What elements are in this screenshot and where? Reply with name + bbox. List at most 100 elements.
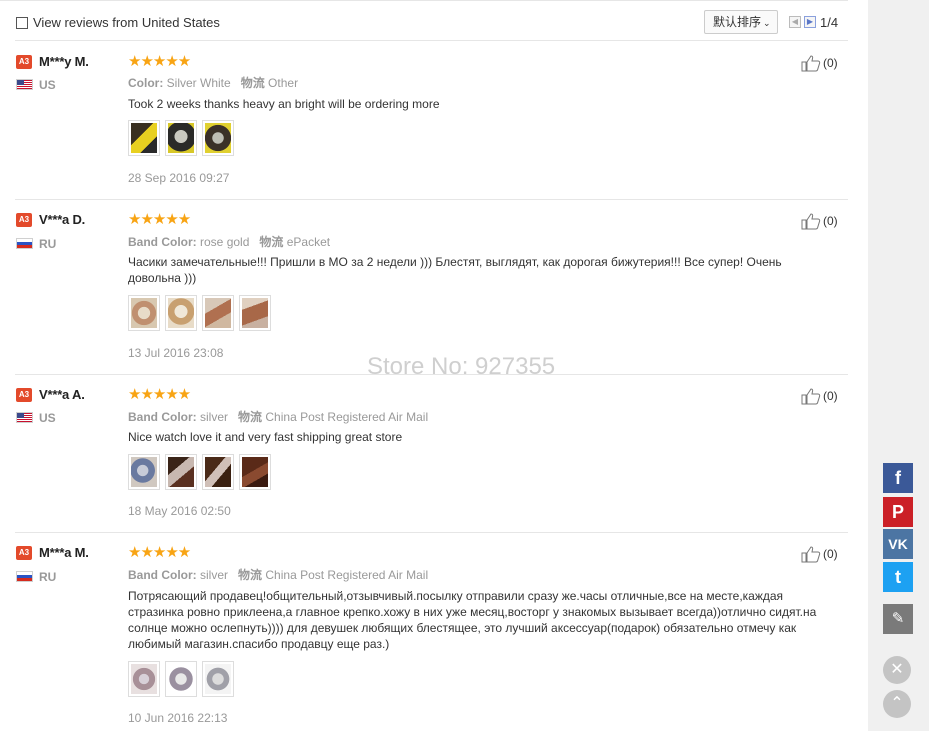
prop-value: silver [200, 410, 229, 424]
prop-label: 物流 [238, 410, 263, 424]
review-photo[interactable] [165, 295, 197, 331]
prop-label: 物流 [240, 76, 265, 90]
helpful-count: (0) [823, 56, 838, 70]
review-photo[interactable] [202, 295, 234, 331]
next-page-button[interactable]: ▶ [804, 16, 816, 28]
buyer-level-badge: A3 [16, 213, 32, 227]
divider [0, 0, 848, 1]
reviewer-country: US [39, 78, 56, 92]
review-photos [128, 661, 234, 697]
order-properties: Band Color: silver 物流 China Post Register… [128, 408, 428, 425]
review-photo[interactable] [165, 661, 197, 697]
prop-label: 物流 [238, 568, 263, 582]
facebook-icon: f [895, 468, 901, 488]
us-flag-icon [16, 79, 33, 90]
buyer-level-badge: A3 [16, 55, 32, 69]
helpful-count: (0) [823, 547, 838, 561]
review-text: Потрясающий продавец!общительный,отзывчи… [128, 589, 817, 651]
helpful-button[interactable]: (0) [801, 545, 838, 563]
helpful-button[interactable]: (0) [801, 387, 838, 405]
reviewer-country: US [39, 411, 56, 425]
order-properties: Band Color: silver 物流 China Post Register… [128, 566, 428, 583]
page-indicator: 1/4 [820, 15, 839, 30]
reviewer-name: M***y M. [39, 54, 89, 69]
review-photo[interactable] [128, 295, 160, 331]
prop-label: Band Color: [128, 410, 197, 424]
review-photo[interactable] [202, 661, 234, 697]
sort-dropdown[interactable]: 默认排序 ⌄ [704, 10, 778, 34]
helpful-button[interactable]: (0) [801, 212, 838, 230]
prop-label: Band Color: [128, 235, 197, 249]
review-text: Nice watch love it and very fast shippin… [128, 430, 403, 444]
reviewer-name: V***a A. [39, 387, 85, 402]
star-rating: ★★★★★ [128, 211, 191, 228]
reviewer-country: RU [39, 570, 57, 584]
thumbs-up-icon [801, 546, 821, 563]
divider [15, 199, 848, 200]
pinterest-share-button[interactable]: P [883, 497, 913, 527]
store-watermark: Store No: 927355 [367, 353, 556, 380]
review-photo[interactable] [128, 454, 160, 490]
star-rating: ★★★★★ [128, 386, 191, 403]
pinterest-icon: P [891, 502, 904, 522]
review-date: 18 May 2016 02:50 [128, 504, 231, 518]
back-to-top-button[interactable]: ⌃ [883, 690, 911, 718]
us-flag-icon [16, 412, 33, 423]
filter-us-checkbox[interactable] [16, 17, 28, 29]
ru-flag-icon [16, 238, 33, 249]
review-photo[interactable] [202, 454, 234, 490]
prev-page-button[interactable]: ◀ [789, 16, 801, 28]
review-text: Часики замечательные!!! Пришли в МО за 2… [128, 255, 782, 285]
twitter-share-button[interactable]: t [883, 562, 913, 592]
chevron-down-icon: ⌄ [763, 18, 771, 28]
prop-value: ePacket [286, 235, 331, 249]
order-properties: Band Color: rose gold 物流 ePacket [128, 233, 330, 250]
review-photo[interactable] [202, 120, 234, 156]
close-icon: ✕ [890, 661, 904, 678]
facebook-share-button[interactable]: f [883, 463, 913, 493]
buyer-level-badge: A3 [16, 546, 32, 560]
thumbs-up-icon [801, 213, 821, 230]
ru-flag-icon [16, 571, 33, 582]
review-photos [128, 295, 271, 331]
twitter-icon: t [895, 567, 901, 587]
divider [15, 532, 848, 533]
review-photo[interactable] [128, 661, 160, 697]
review-photos [128, 454, 271, 490]
reviewer-name: V***a D. [39, 212, 86, 227]
reviewer-country: RU [39, 237, 57, 251]
order-properties: Color: Silver White 物流 Other [128, 74, 298, 91]
review-photo[interactable] [239, 454, 271, 490]
reviewer-name: M***a M. [39, 545, 89, 560]
prop-value: rose gold [200, 235, 250, 249]
review-photo[interactable] [239, 295, 271, 331]
vk-icon: VK [888, 536, 908, 552]
reviews-toolbar: View reviews from United States 默认排序 ⌄ ◀ … [0, 0, 848, 44]
chevron-up-icon: ⌃ [890, 695, 904, 712]
prop-value: Other [268, 76, 299, 90]
prop-label: 物流 [259, 235, 284, 249]
review-photo[interactable] [165, 454, 197, 490]
buyer-level-badge: A3 [16, 388, 32, 402]
close-share-button[interactable]: ✕ [883, 656, 911, 684]
star-rating: ★★★★★ [128, 53, 191, 70]
thumbs-up-icon [801, 55, 821, 72]
prop-value: Silver White [166, 76, 231, 90]
helpful-button[interactable]: (0) [801, 54, 838, 72]
prop-label: Band Color: [128, 568, 197, 582]
helpful-count: (0) [823, 214, 838, 228]
prop-label: Color: [128, 76, 164, 90]
review-photos [128, 120, 234, 156]
sort-label: 默认排序 [713, 15, 762, 29]
review-photo[interactable] [165, 120, 197, 156]
divider [15, 40, 848, 41]
pencil-icon: ✎ [891, 610, 905, 627]
review-photo[interactable] [128, 120, 160, 156]
helpful-count: (0) [823, 389, 838, 403]
edit-button[interactable]: ✎ [883, 604, 913, 634]
vk-share-button[interactable]: VK [883, 529, 913, 559]
thumbs-up-icon [801, 388, 821, 405]
filter-us-label[interactable]: View reviews from United States [33, 15, 220, 30]
prop-value: China Post Registered Air Mail [265, 410, 429, 424]
review-text: Took 2 weeks thanks heavy an bright will… [128, 97, 440, 111]
